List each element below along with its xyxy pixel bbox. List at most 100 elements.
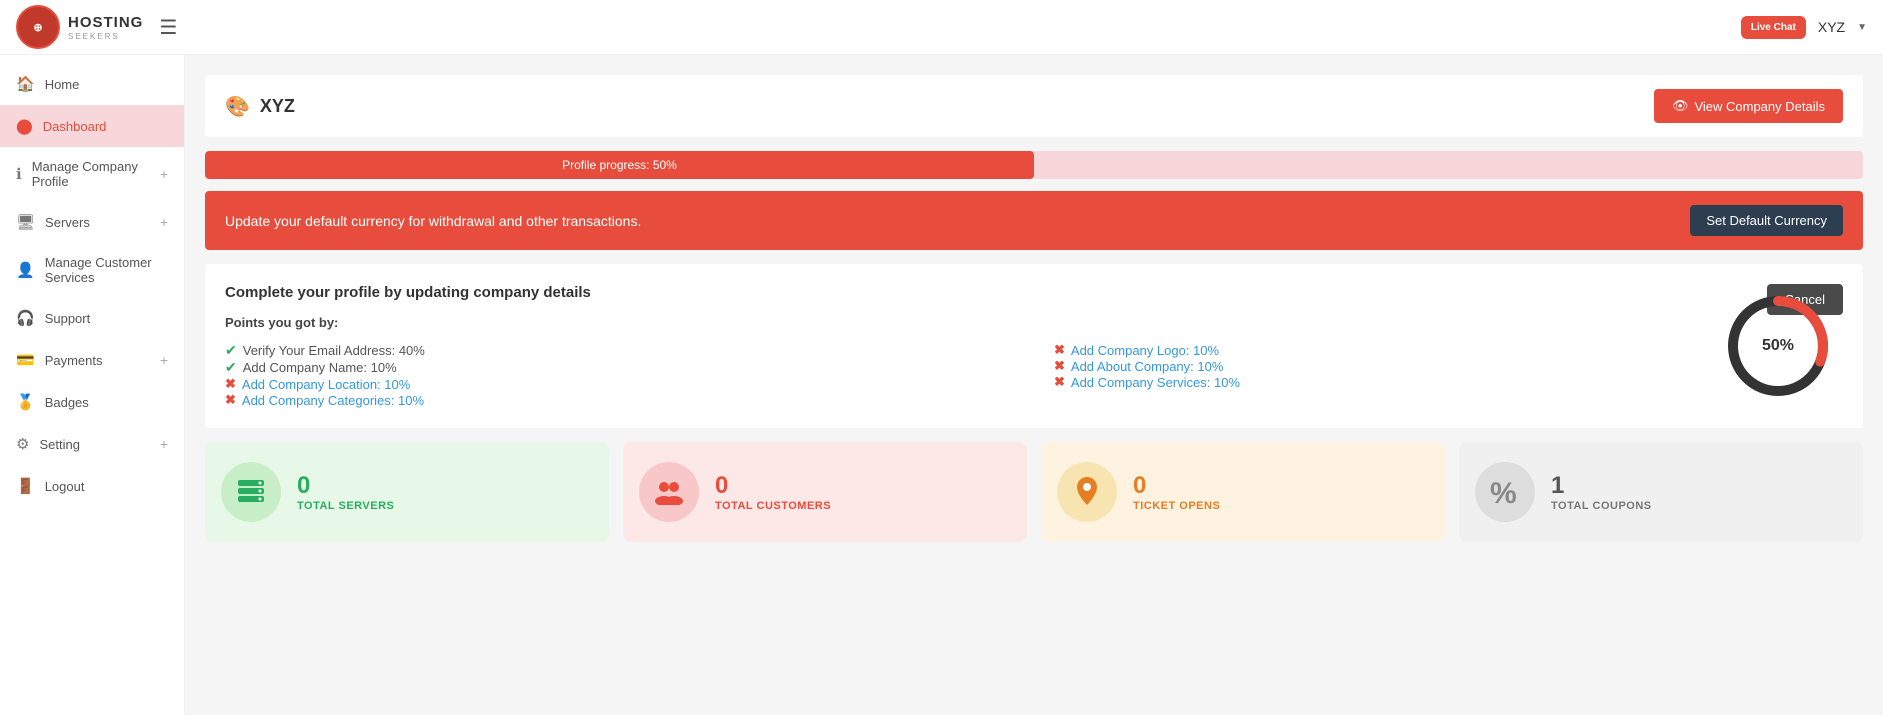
point-company-name-text: Add Company Name: 10% xyxy=(243,360,397,375)
sidebar-item-payments[interactable]: 💳 Payments + xyxy=(0,339,184,381)
progress-label: Profile progress: 50% xyxy=(562,158,677,172)
view-icon: 👁 xyxy=(1672,98,1689,114)
sidebar-label-logout: Logout xyxy=(45,479,85,494)
servers-icon: 🖥 xyxy=(16,213,35,231)
coupons-label: TOTAL COUPONS xyxy=(1551,500,1652,512)
set-currency-button[interactable]: Set Default Currency xyxy=(1690,205,1843,236)
stat-card-tickets: 0 TICKET OPENS xyxy=(1041,442,1445,542)
servers-stat-icon xyxy=(221,462,281,522)
x-icon-about: ✖ xyxy=(1054,358,1065,374)
logo-brand: HOSTING SEEKERS xyxy=(68,14,143,41)
sidebar-label-dashboard: Dashboard xyxy=(43,119,107,134)
sidebar-label-setting: Setting xyxy=(39,437,79,452)
point-categories-link[interactable]: Add Company Categories: 10% xyxy=(242,393,424,408)
sidebar-item-badges[interactable]: 🏅 Badges xyxy=(0,381,184,423)
progress-container: Profile progress: 50% xyxy=(205,151,1863,179)
server-stack-icon xyxy=(236,480,266,504)
percent-icon: % xyxy=(1488,475,1522,509)
dashboard-icon: ⬤ xyxy=(16,117,33,135)
content-area: 🎨 XYZ 👁 View Company Details Profile pro… xyxy=(185,55,1883,715)
coupons-stat-info: 1 TOTAL COUPONS xyxy=(1551,472,1652,512)
sidebar-item-manage-customer[interactable]: 👤 Manage Customer Services xyxy=(0,243,184,297)
manage-company-plus-icon: + xyxy=(160,166,168,182)
customers-count: 0 xyxy=(715,472,831,500)
hamburger-menu[interactable]: ☰ xyxy=(159,15,177,40)
content-header: 🎨 XYZ 👁 View Company Details xyxy=(205,75,1863,137)
support-icon: 🎧 xyxy=(16,309,35,327)
palette-icon: 🎨 xyxy=(225,94,250,119)
point-item-company-name: ✔ Add Company Name: 10% xyxy=(225,359,1014,376)
badges-icon: 🏅 xyxy=(16,393,35,411)
tickets-count: 0 xyxy=(1133,472,1220,500)
point-item-email: ✔ Verify Your Email Address: 40% xyxy=(225,342,1014,359)
tickets-label: TICKET OPENS xyxy=(1133,500,1220,512)
sidebar-label-payments: Payments xyxy=(45,353,103,368)
tickets-stat-info: 0 TICKET OPENS xyxy=(1133,472,1220,512)
logo: ⊕ HOSTING SEEKERS xyxy=(16,5,143,49)
setting-icon: ⚙ xyxy=(16,435,29,453)
x-icon-categories: ✖ xyxy=(225,392,236,408)
alert-banner: Update your default currency for withdra… xyxy=(205,191,1863,250)
company-name: XYZ xyxy=(260,96,295,117)
svg-text:%: % xyxy=(1490,477,1517,509)
tickets-stat-icon xyxy=(1057,462,1117,522)
view-company-button[interactable]: 👁 View Company Details xyxy=(1654,89,1843,123)
logo-text: ⊕ xyxy=(33,21,42,34)
sidebar-item-manage-company[interactable]: ℹ Manage Company Profile + xyxy=(0,147,184,201)
sidebar-label-support: Support xyxy=(45,311,91,326)
manage-company-icon: ℹ xyxy=(16,165,22,183)
profile-card: Complete your profile by updating compan… xyxy=(205,264,1863,428)
live-chat-button[interactable]: Live Chat xyxy=(1741,16,1806,39)
check-icon: ✔ xyxy=(225,342,237,359)
points-grid: ✔ Verify Your Email Address: 40% ✔ Add C… xyxy=(225,342,1843,408)
sidebar-label-manage-company: Manage Company Profile xyxy=(32,159,160,189)
manage-customer-icon: 👤 xyxy=(16,261,35,279)
sidebar-label-manage-customer: Manage Customer Services xyxy=(45,255,168,285)
point-location-link[interactable]: Add Company Location: 10% xyxy=(242,377,410,392)
sidebar-label-badges: Badges xyxy=(45,395,89,410)
topbar-right: Live Chat XYZ ▼ xyxy=(1741,16,1867,39)
customers-stat-info: 0 TOTAL CUSTOMERS xyxy=(715,472,831,512)
sidebar-label-home: Home xyxy=(45,77,80,92)
user-dropdown-arrow[interactable]: ▼ xyxy=(1857,22,1867,33)
customers-group-icon xyxy=(652,479,686,505)
servers-count: 0 xyxy=(297,472,394,500)
x-icon-logo: ✖ xyxy=(1054,342,1065,358)
logo-brand-text: HOSTING xyxy=(68,14,143,31)
sidebar-label-servers: Servers xyxy=(45,215,90,230)
sidebar-item-setting[interactable]: ⚙ Setting + xyxy=(0,423,184,465)
point-about-link[interactable]: Add About Company: 10% xyxy=(1071,359,1224,374)
point-logo-link[interactable]: Add Company Logo: 10% xyxy=(1071,343,1219,358)
servers-stat-info: 0 TOTAL SERVERS xyxy=(297,472,394,512)
profile-card-title: Complete your profile by updating compan… xyxy=(225,284,591,301)
stat-card-customers: 0 TOTAL CUSTOMERS xyxy=(623,442,1027,542)
content-title: 🎨 XYZ xyxy=(225,94,295,119)
customers-stat-icon xyxy=(639,462,699,522)
sidebar-item-dashboard[interactable]: ⬤ Dashboard xyxy=(0,105,184,147)
points-label: Points you got by: xyxy=(225,315,1843,330)
check-icon-2: ✔ xyxy=(225,359,237,376)
stat-card-servers: 0 TOTAL SERVERS xyxy=(205,442,609,542)
progress-bar: Profile progress: 50% xyxy=(205,151,1034,179)
profile-card-header: Complete your profile by updating compan… xyxy=(225,284,1843,315)
coupons-stat-icon: % xyxy=(1475,462,1535,522)
point-email-text: Verify Your Email Address: 40% xyxy=(243,343,425,358)
sidebar: 🏠 Home ⬤ Dashboard ℹ Manage Company Prof… xyxy=(0,55,185,715)
sidebar-item-home[interactable]: 🏠 Home xyxy=(0,63,184,105)
payments-plus-icon: + xyxy=(160,352,168,368)
customers-label: TOTAL CUSTOMERS xyxy=(715,500,831,512)
sidebar-item-logout[interactable]: 🚪 Logout xyxy=(0,465,184,507)
servers-label: TOTAL SERVERS xyxy=(297,500,394,512)
sidebar-item-servers[interactable]: 🖥 Servers + xyxy=(0,201,184,243)
payments-icon: 💳 xyxy=(16,351,35,369)
topbar: ⊕ HOSTING SEEKERS ☰ Live Chat XYZ ▼ xyxy=(0,0,1883,55)
point-services-link[interactable]: Add Company Services: 10% xyxy=(1071,375,1240,390)
servers-plus-icon: + xyxy=(160,214,168,230)
logo-sub-text: SEEKERS xyxy=(68,32,143,41)
topbar-left: ⊕ HOSTING SEEKERS ☰ xyxy=(16,5,177,49)
sidebar-item-support[interactable]: 🎧 Support xyxy=(0,297,184,339)
alert-message: Update your default currency for withdra… xyxy=(225,213,641,229)
logout-icon: 🚪 xyxy=(16,477,35,495)
x-icon-services: ✖ xyxy=(1054,374,1065,390)
location-pin-icon xyxy=(1075,477,1099,507)
